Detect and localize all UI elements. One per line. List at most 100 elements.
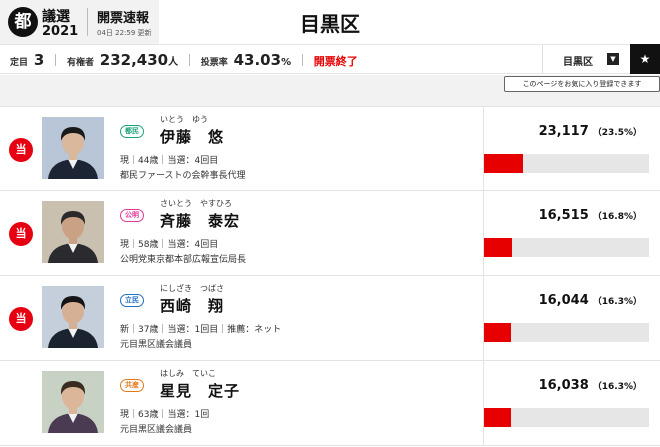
candidate-endorsement: 推薦：ネット bbox=[227, 325, 282, 335]
candidate-meta: 現 58歳 当選：4回目 bbox=[120, 237, 218, 250]
candidate-row[interactable]: 当 立民 にしざき つばさ 西崎 翔 新 37歳 当選：1回目 推薦：ネット 元目黒区… bbox=[0, 276, 660, 361]
candidate-career: 元目黒区議会議員 bbox=[120, 340, 193, 350]
vote-count: 16,044 （16.3%） bbox=[539, 293, 642, 308]
candidate-kana: さいとう やすひろ bbox=[160, 199, 232, 208]
candidate-name: 星見 定子 bbox=[160, 382, 241, 400]
candidate-wins: 当選：1回目 bbox=[167, 325, 219, 335]
vote-percent: （16.3%） bbox=[592, 297, 642, 307]
party-badge: 公明 bbox=[120, 209, 144, 222]
divider bbox=[133, 409, 135, 418]
party-badge: 共産 bbox=[120, 379, 144, 392]
divider bbox=[483, 361, 484, 446]
portrait-image bbox=[48, 296, 98, 348]
candidate-row[interactable]: 共産 はしみ ていこ 星見 定子 現 63歳 当選：1回 元目黒区議会議員 16,0… bbox=[0, 361, 660, 446]
candidate-career: 都民ファーストの会幹事長代理 bbox=[120, 171, 246, 181]
vote-bar-fill bbox=[484, 238, 512, 257]
candidate-meta: 現 44歳 当選：4回目 bbox=[120, 153, 218, 166]
vote-bar bbox=[484, 238, 649, 257]
portrait-image bbox=[48, 211, 98, 263]
vote-bar-fill bbox=[484, 154, 523, 173]
vote-number: 16,044 bbox=[538, 293, 589, 308]
vote-percent: （16.3%） bbox=[592, 382, 642, 392]
candidate-status: 新 bbox=[120, 325, 130, 335]
candidate-status: 現 bbox=[120, 156, 130, 166]
portrait-image bbox=[48, 381, 98, 433]
divider bbox=[162, 155, 164, 164]
candidate-status: 現 bbox=[120, 410, 130, 420]
vote-number: 16,515 bbox=[538, 208, 589, 223]
voters-value: 232,430 bbox=[99, 51, 169, 69]
candidate-wins: 当選：1回 bbox=[167, 410, 210, 420]
chevron-down-icon: ▼ bbox=[607, 53, 619, 65]
candidate-list: 当 都民 いとう ゆう 伊藤 悠 現 44歳 当選：4回目 都民ファーストの会幹事長… bbox=[0, 106, 660, 446]
elected-badge: 当 bbox=[9, 307, 33, 331]
favorite-star-icon[interactable]: ★ bbox=[630, 44, 660, 74]
candidate-name: 伊藤 悠 bbox=[160, 128, 225, 146]
divider bbox=[133, 155, 135, 164]
candidate-age: 63歳 bbox=[138, 410, 159, 420]
vote-bar-fill bbox=[484, 323, 511, 342]
divider bbox=[188, 54, 190, 66]
divider bbox=[222, 324, 224, 333]
divider bbox=[301, 54, 303, 66]
vote-count: 23,117 （23.5%） bbox=[539, 124, 642, 139]
candidate-career: 元目黒区議会議員 bbox=[120, 425, 193, 435]
vote-count: 16,515 （16.8%） bbox=[539, 208, 642, 223]
count-status: 開票終了 bbox=[313, 55, 358, 68]
divider bbox=[133, 239, 135, 248]
portrait-image bbox=[48, 127, 98, 179]
candidate-kana: はしみ ていこ bbox=[160, 369, 216, 378]
vote-number: 16,038 bbox=[538, 378, 589, 393]
candidate-row[interactable]: 当 公明 さいとう やすひろ 斉藤 泰宏 現 58歳 当選：4回目 公明党東京都本部… bbox=[0, 191, 660, 276]
candidate-name: 西崎 翔 bbox=[160, 297, 225, 315]
district-selector-label: 目黒区 bbox=[563, 57, 593, 68]
header: 都 議選 2021 開票速報 04日 22:59 更新 目黒区 bbox=[0, 0, 660, 44]
candidate-career: 公明党東京都本部広報宣伝局長 bbox=[120, 255, 247, 265]
candidate-meta: 新 37歳 当選：1回目 推薦：ネット bbox=[120, 322, 281, 335]
candidate-photo bbox=[42, 286, 104, 348]
voters-label: 有権者 bbox=[66, 58, 94, 68]
vote-count: 16,038 （16.3%） bbox=[539, 378, 642, 393]
divider bbox=[55, 54, 57, 66]
candidate-wins: 当選：4回目 bbox=[167, 156, 219, 166]
seats-label: 定目 bbox=[10, 58, 29, 68]
divider bbox=[483, 107, 484, 192]
candidate-age: 37歳 bbox=[138, 325, 159, 335]
vote-percent: （23.5%） bbox=[592, 128, 642, 138]
turnout-value: 43.03 bbox=[233, 51, 282, 69]
candidate-photo bbox=[42, 201, 104, 263]
divider bbox=[483, 191, 484, 276]
vote-bar bbox=[484, 408, 649, 427]
district-selector[interactable]: 目黒区 ▼ bbox=[542, 45, 630, 74]
page-title: 目黒区 bbox=[300, 12, 360, 36]
candidate-meta: 現 63歳 当選：1回 bbox=[120, 407, 209, 420]
vote-bar-fill bbox=[484, 408, 511, 427]
divider bbox=[133, 324, 135, 333]
vote-number: 23,117 bbox=[538, 124, 589, 139]
party-badge: 立民 bbox=[120, 294, 144, 307]
vote-bar bbox=[484, 323, 649, 342]
turnout-unit: % bbox=[281, 57, 292, 68]
divider bbox=[483, 276, 484, 361]
candidate-row[interactable]: 当 都民 いとう ゆう 伊藤 悠 現 44歳 当選：4回目 都民ファーストの会幹事長… bbox=[0, 106, 660, 192]
candidate-photo bbox=[42, 371, 104, 433]
divider bbox=[162, 409, 164, 418]
candidate-photo bbox=[42, 117, 104, 179]
favorite-tooltip: このページをお気に入り登録できます bbox=[504, 76, 660, 92]
candidate-age: 58歳 bbox=[138, 240, 159, 250]
divider bbox=[162, 324, 164, 333]
candidate-kana: にしざき つばさ bbox=[160, 284, 224, 293]
turnout-label: 投票率 bbox=[200, 58, 228, 68]
elected-badge: 当 bbox=[9, 138, 33, 162]
elected-badge: 当 bbox=[9, 222, 33, 246]
vote-bar bbox=[484, 154, 649, 173]
candidate-wins: 当選：4回目 bbox=[167, 240, 219, 250]
voters-unit: 人 bbox=[168, 57, 179, 68]
candidate-kana: いとう ゆう bbox=[160, 115, 208, 124]
candidate-age: 44歳 bbox=[138, 156, 159, 166]
candidate-name: 斉藤 泰宏 bbox=[160, 212, 241, 230]
vote-percent: （16.8%） bbox=[592, 212, 642, 222]
party-badge: 都民 bbox=[120, 125, 144, 138]
seats-value: 3 bbox=[33, 51, 45, 69]
candidate-status: 現 bbox=[120, 240, 130, 250]
